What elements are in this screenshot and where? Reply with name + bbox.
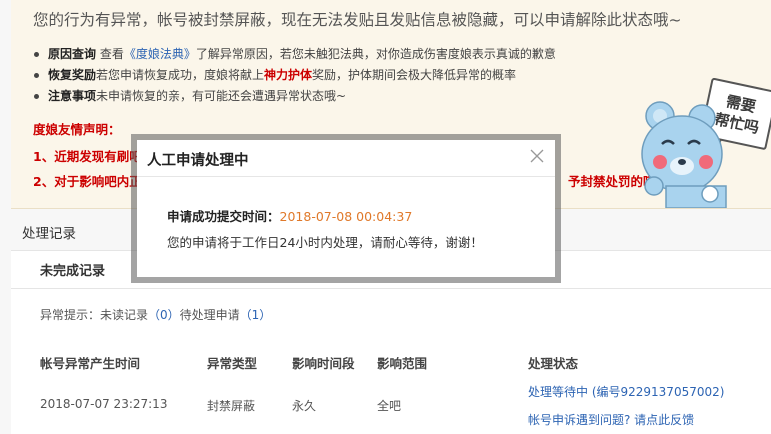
dialog-message: 您的申请将于工作日24小时内处理，请耐心等待，谢谢！ [167, 235, 483, 250]
dialog-title: 人工申请处理中 [147, 153, 249, 169]
submit-time-value: 2018-07-08 00:04:37 [279, 209, 413, 224]
submit-time-label: 申请成功提交时间： [167, 209, 280, 224]
processing-dialog: 人工申请处理中 申请成功提交时间：2018-07-08 00:04:37 您的申… [137, 140, 555, 277]
close-icon[interactable] [529, 148, 545, 164]
submit-time-line: 申请成功提交时间：2018-07-08 00:04:37 [167, 206, 412, 225]
dialog-divider [137, 176, 555, 177]
